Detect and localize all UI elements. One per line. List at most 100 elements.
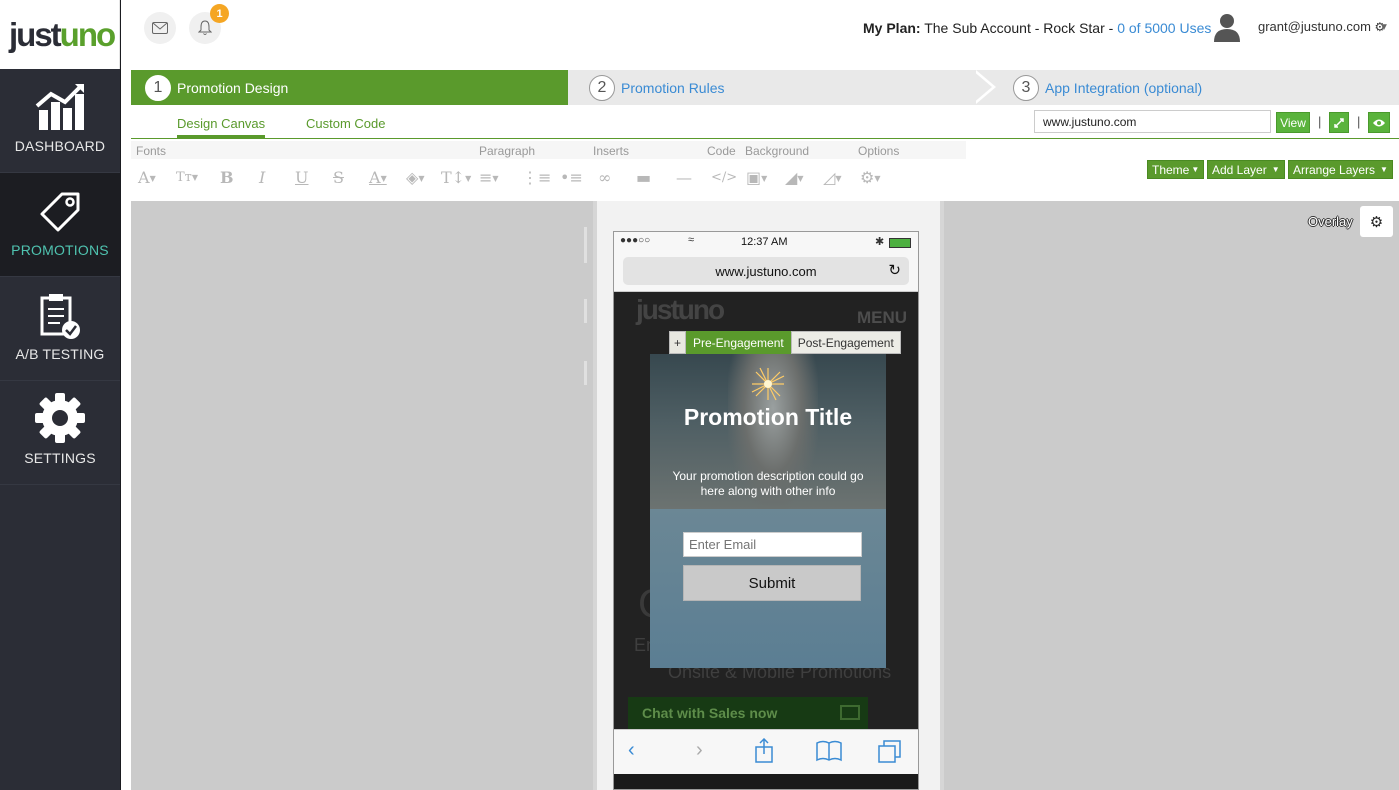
step-number: 2 [589, 74, 615, 101]
plan-label: My Plan: [863, 20, 921, 36]
add-state-button[interactable]: + [669, 331, 686, 354]
resize-handle[interactable] [584, 361, 587, 385]
overlay-label: Overlay [1308, 214, 1353, 229]
promotion-popup[interactable]: Promotion Title Your promotion descripti… [650, 354, 886, 668]
expand-button[interactable] [1329, 112, 1349, 133]
underline-icon[interactable]: U [295, 168, 308, 187]
logo[interactable]: justuno [0, 0, 120, 69]
phone-status-bar: ●●●○○ ≈ 12:37 AM ✱ [614, 232, 918, 254]
notification-badge: 1 [210, 4, 229, 23]
phone-browser-toolbar: ‹ › [614, 729, 918, 774]
step-number: 3 [1013, 74, 1039, 101]
video-icon[interactable]: ▬ [636, 168, 651, 187]
theme-dropdown[interactable]: Theme ▼ [1147, 160, 1205, 179]
plan-info: My Plan: The Sub Account - Rock Star - 0… [863, 20, 1211, 36]
step-promotion-rules[interactable]: 2 Promotion Rules [589, 70, 725, 105]
line-height-icon[interactable]: T↕▼ [441, 168, 471, 187]
divider: | [1357, 114, 1361, 129]
theme-label: Theme [1152, 162, 1190, 177]
background-color-icon[interactable]: ◢▼ [785, 168, 803, 187]
bold-icon[interactable]: B [220, 168, 234, 187]
strikethrough-icon[interactable]: S [333, 168, 344, 187]
clipboard-check-icon [40, 294, 80, 339]
toolbar-group-label: Code [707, 144, 736, 158]
sidebar-item-label: SETTINGS [24, 450, 96, 466]
align-left-icon[interactable]: ≡▼ [479, 168, 499, 187]
step-label: Promotion Design [177, 79, 289, 96]
background-image-icon[interactable]: ▣▼ [746, 168, 767, 187]
tag-icon [40, 192, 80, 232]
website-background: justuno MENU C l En th Onsite & Mobile P… [614, 292, 918, 729]
phone-url: www.justuno.com [715, 263, 817, 279]
preview-button[interactable] [1368, 112, 1390, 133]
sidebar-item-label: DASHBOARD [14, 138, 106, 154]
toolbar-groups: Fonts Paragraph Inserts Code Background … [131, 141, 966, 159]
step-separator-inner [972, 70, 992, 104]
submit-button[interactable]: Submit [683, 565, 861, 601]
arrange-layers-label: Arrange Layers [1293, 162, 1376, 177]
tabs-icon [878, 740, 901, 763]
step-number: 1 [145, 74, 171, 101]
sub-tabs: Design Canvas Custom Code View | | [131, 106, 1399, 139]
sidebar-item-ab-testing[interactable]: A/B TESTING [0, 277, 120, 381]
plan-uses-link[interactable]: 0 of 5000 Uses [1117, 20, 1211, 36]
border-icon[interactable]: ◿▼ [823, 168, 841, 187]
options-gear-icon[interactable]: ⚙▼ [860, 168, 881, 187]
step-label: Promotion Rules [621, 79, 725, 96]
link-icon[interactable]: ∞ [598, 168, 611, 187]
toolbar-group-label: Background [745, 144, 810, 158]
popup-image-layer[interactable]: Promotion Title Your promotion descripti… [650, 354, 886, 509]
tab-pre-engagement[interactable]: Pre-Engagement [686, 331, 791, 354]
font-size-icon[interactable]: Tт▼ [176, 170, 198, 185]
site-logo: justuno [636, 294, 725, 325]
promotion-description[interactable]: Your promotion description could go here… [660, 469, 876, 499]
step-label: App Integration (optional) [1045, 79, 1203, 96]
popup-form-layer[interactable]: Submit [650, 509, 886, 668]
phone-preview: ●●●○○ ≈ 12:37 AM ✱ www.justuno.com ↻ jus… [613, 231, 919, 790]
ordered-list-icon[interactable]: ⋮≡ [522, 168, 551, 187]
step-app-integration[interactable]: 3 App Integration (optional) [1013, 70, 1202, 105]
unordered-list-icon[interactable]: •≡ [560, 168, 583, 187]
share-icon [755, 738, 773, 763]
user-menu-chevron-down-icon[interactable]: ▼ [1379, 22, 1389, 33]
engagement-tabs: + Pre-Engagement Post-Engagement [669, 331, 901, 354]
highlight-color-icon[interactable]: ◈▼ [406, 168, 424, 187]
sidebar-item-settings[interactable]: SETTINGS [0, 381, 120, 485]
bell-icon [198, 20, 212, 35]
messages-button[interactable] [144, 12, 176, 44]
battery-icon [889, 238, 911, 248]
view-button[interactable]: View [1276, 112, 1310, 133]
italic-icon[interactable]: I [259, 168, 265, 187]
font-color-icon[interactable]: A▼ [369, 168, 387, 187]
sidebar-item-dashboard[interactable]: DASHBOARD [0, 69, 120, 173]
overlay-settings-button[interactable]: ⚙ [1360, 206, 1393, 237]
resize-handle[interactable] [584, 299, 587, 323]
toolbar-group-label: Fonts [136, 144, 167, 158]
toolbar-group-label: Options [858, 144, 900, 158]
resize-handle[interactable] [584, 227, 587, 263]
promotion-title[interactable]: Promotion Title [650, 404, 886, 431]
wizard-steps: 1 Promotion Design 2 Promotion Rules 3 A… [131, 70, 1399, 105]
wifi-icon: ≈ [688, 234, 695, 246]
sidebar: justuno DASHBOARD PROMOTIONS A/B TESTING… [0, 0, 121, 790]
sidebar-item-promotions[interactable]: PROMOTIONS [0, 173, 120, 277]
back-icon: ‹ [628, 739, 635, 761]
tab-post-engagement[interactable]: Post-Engagement [790, 331, 901, 354]
horizontal-rule-icon[interactable]: — [676, 168, 692, 187]
arrange-layers-dropdown[interactable]: Arrange Layers ▼ [1288, 160, 1393, 179]
envelope-icon [152, 22, 168, 34]
logo-uno: uno [59, 15, 117, 53]
expand-icon [1334, 117, 1344, 128]
preview-url-input[interactable] [1034, 110, 1271, 133]
font-family-icon[interactable]: A▼ [138, 168, 156, 187]
tab-custom-code[interactable]: Custom Code [306, 116, 385, 131]
tab-design-canvas[interactable]: Design Canvas [177, 116, 266, 138]
sidebar-item-label: A/B TESTING [15, 346, 105, 362]
step-promotion-design[interactable]: 1 Promotion Design [131, 70, 568, 105]
code-icon[interactable]: </> [711, 170, 737, 185]
user-email[interactable]: grant@justuno.com ⚙ [1258, 19, 1385, 34]
design-canvas[interactable]: Overlay ⚙ ●●●○○ ≈ 12:37 AM ✱ www.justuno… [131, 201, 1399, 790]
email-field[interactable] [683, 532, 862, 557]
avatar[interactable] [1213, 12, 1241, 42]
add-layer-dropdown[interactable]: Add Layer ▼ [1207, 160, 1285, 179]
